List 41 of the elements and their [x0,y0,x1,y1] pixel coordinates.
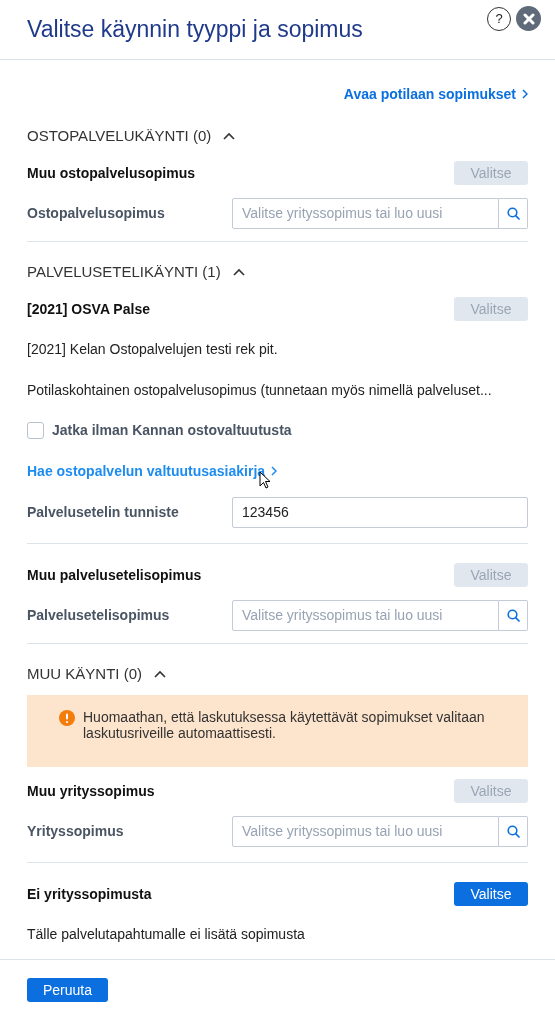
input-field[interactable]: 123456 [232,496,528,528]
patient-contracts-link[interactable]: Avaa potilaan sopimukset [343,83,528,105]
field-label: Palvelusetelisopimus [27,605,170,625]
field-label: Yrityssopimus [27,821,124,841]
search-icon[interactable] [506,824,520,838]
input-field[interactable]: Valitse yrityssopimus tai luo uusi [232,815,499,847]
option-title: Muu yrityssopimus [27,781,155,801]
field-label: Ostopalvelusopimus [27,203,165,223]
description-text: Potilaskohtainen ostopalvelusopimus (tunnetaan myös nimellä palveluset... [27,381,492,400]
chevron-right-icon[interactable] [271,466,278,476]
authorization-link[interactable]: Hae ostopalvelun valtuutusasiakirja [27,460,278,482]
dialog-title: Valitse käynnin tyyppi ja sopimus [27,15,363,45]
section-heading: OSTOPALVELUKÄYNTI (0) [27,125,212,146]
select-button[interactable]: Valitse [454,882,528,906]
notice-text: Huomaathan, että laskutuksessa käytettävät sopimukset valitaan laskutusriveille automaattisesti. [83,709,486,741]
collapse-caret-icon[interactable] [223,132,236,140]
collapse-caret-icon[interactable] [232,268,245,276]
search-button[interactable] [499,815,528,847]
field-label: Palvelusetelin tunniste [27,502,179,522]
description-text: Tälle palvelutapahtumalle ei lisätä sopimusta [27,925,305,944]
option-title: Ei yrityssopimusta [27,884,152,904]
description-text: [2021] Kelan Ostopalvelujen testi rek pit. [27,340,278,359]
close-button[interactable] [516,6,541,31]
checkbox-label: Jatka ilman Kannan ostovaltuutusta [52,421,292,440]
input-field[interactable]: Valitse yrityssopimus tai luo uusi [232,599,499,631]
search-icon[interactable] [506,206,520,220]
input-field[interactable]: Valitse yrityssopimus tai luo uusi [232,197,499,229]
option-title: [2021] OSVA Palse [27,299,150,319]
chevron-right-icon[interactable] [522,89,528,99]
section-heading: MUU KÄYNTI (0) [27,663,142,684]
search-icon[interactable] [506,608,520,622]
cancel-button[interactable]: Peruuta [27,978,108,1002]
close-icon[interactable] [522,12,535,25]
option-title: Muu palvelusetelisopimus [27,565,202,585]
search-button[interactable] [499,599,528,631]
warning-icon [59,710,75,726]
section-heading: PALVELUSETELIKÄYNTI (1) [27,261,221,282]
option-title: Muu ostopalvelusopimus [27,163,195,183]
collapse-caret-icon[interactable] [154,670,166,678]
checkbox[interactable] [27,422,44,439]
search-button[interactable] [499,197,528,229]
